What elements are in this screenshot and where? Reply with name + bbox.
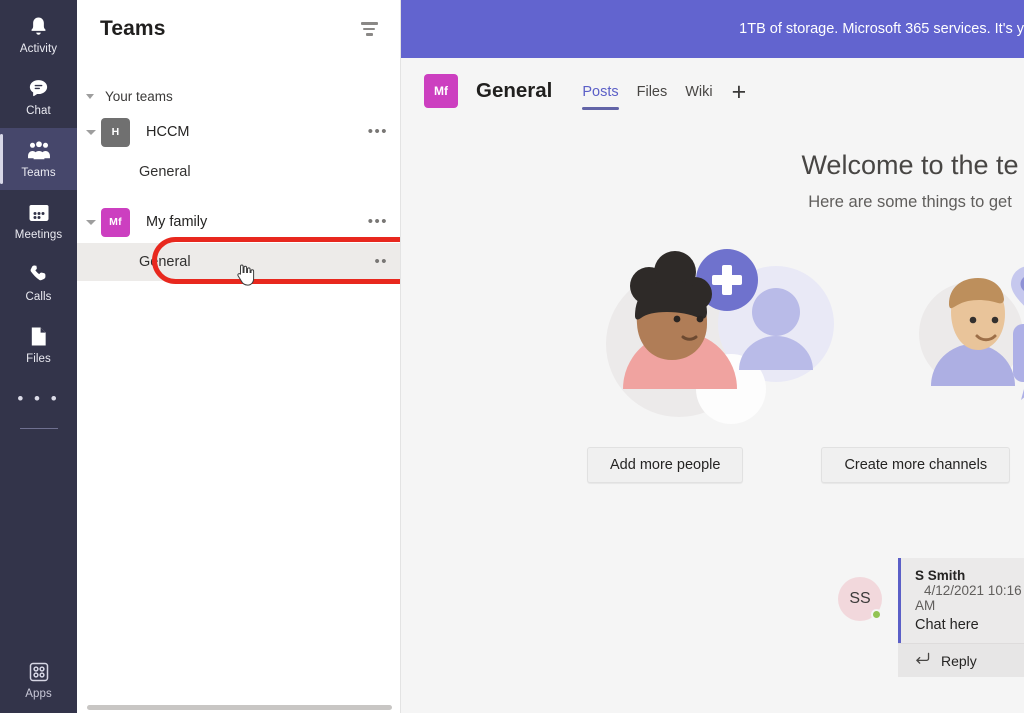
app-rail: Activity Chat Teams Meetings Calls Files… bbox=[0, 0, 77, 713]
filter-icon[interactable] bbox=[358, 18, 380, 40]
channel-title: General bbox=[476, 79, 553, 102]
avatar: SS bbox=[838, 577, 882, 621]
page-title: Teams bbox=[100, 17, 166, 40]
team-name: My family bbox=[146, 214, 208, 230]
create-more-channels-button[interactable]: Create more channels bbox=[821, 447, 1011, 483]
rail-item-apps[interactable]: Apps bbox=[0, 649, 77, 711]
chevron-down-icon[interactable] bbox=[86, 219, 96, 225]
channel-tabs: Posts Files Wiki + bbox=[573, 68, 756, 114]
chevron-down-icon[interactable] bbox=[86, 129, 96, 135]
add-tab-button[interactable]: + bbox=[722, 70, 757, 114]
promo-banner[interactable]: 1TB of storage. Microsoft 365 services. … bbox=[401, 0, 1024, 58]
team-row[interactable]: Mf My family ••• bbox=[77, 201, 400, 243]
rail-divider bbox=[19, 428, 58, 429]
message-meta: S Smith 4/12/2021 10:16 AM bbox=[915, 568, 1024, 613]
calendar-icon bbox=[27, 200, 51, 225]
channel-header: Mf General Posts Files Wiki + bbox=[401, 58, 1024, 124]
rail-item-files[interactable]: Files bbox=[0, 314, 77, 376]
tab-wiki[interactable]: Wiki bbox=[676, 70, 721, 114]
teams-app-window: Activity Chat Teams Meetings Calls Files… bbox=[0, 0, 1024, 713]
reply-arrow-icon bbox=[915, 652, 930, 670]
mouse-cursor-hand-icon bbox=[235, 263, 255, 287]
avatar-initials: SS bbox=[849, 590, 871, 607]
rail-more-button[interactable]: • • • bbox=[17, 376, 59, 422]
chat-icon bbox=[27, 76, 50, 101]
file-icon bbox=[28, 324, 49, 349]
welcome-cta-buttons: Add more people Create more channels bbox=[401, 447, 1024, 483]
rail-item-label: Calls bbox=[25, 291, 52, 303]
add-more-people-button[interactable]: Add more people bbox=[587, 447, 744, 483]
bell-icon bbox=[27, 14, 50, 39]
message-thread: SS S Smith 4/12/2021 10:16 AM Chat here bbox=[401, 558, 1024, 677]
rail-item-label: Files bbox=[26, 353, 51, 365]
rail-item-label: Chat bbox=[26, 105, 51, 117]
reply-label: Reply bbox=[941, 652, 977, 669]
reply-button[interactable]: Reply bbox=[898, 643, 1024, 677]
rail-item-label: Teams bbox=[21, 167, 56, 179]
team-row[interactable]: H HCCM ••• bbox=[77, 111, 400, 153]
chevron-down-icon bbox=[86, 93, 94, 99]
rail-item-calls[interactable]: Calls bbox=[0, 252, 77, 314]
rail-item-teams[interactable]: Teams bbox=[0, 128, 77, 190]
channel-name: General bbox=[139, 254, 191, 270]
rail-item-label: Meetings bbox=[14, 229, 63, 241]
rail-item-chat[interactable]: Chat bbox=[0, 66, 77, 128]
message-body: S Smith 4/12/2021 10:16 AM Chat here bbox=[898, 558, 1024, 643]
rail-item-label: Activity bbox=[19, 43, 58, 55]
create-channels-illustration-icon bbox=[909, 224, 1024, 439]
main-content-area: 1TB of storage. Microsoft 365 services. … bbox=[401, 0, 1024, 713]
channel-row-hccm-general[interactable]: General bbox=[77, 153, 400, 191]
welcome-subtitle: Here are some things to get bbox=[808, 193, 1012, 211]
message-timestamp: 4/12/2021 10:16 AM bbox=[915, 583, 1022, 613]
apps-grid-icon bbox=[27, 659, 51, 684]
rail-bottom-group: Apps bbox=[0, 649, 77, 711]
teams-panel-header: Teams bbox=[77, 0, 400, 58]
your-teams-section-header[interactable]: Your teams bbox=[77, 81, 400, 111]
horizontal-scrollbar[interactable] bbox=[87, 705, 392, 710]
promo-banner-text: 1TB of storage. Microsoft 365 services. … bbox=[739, 21, 1024, 37]
tab-posts[interactable]: Posts bbox=[573, 70, 627, 114]
avatar: H bbox=[101, 117, 130, 147]
add-people-illustration-icon bbox=[571, 224, 871, 439]
phone-icon bbox=[27, 262, 50, 287]
team-name: HCCM bbox=[146, 124, 190, 140]
teams-icon bbox=[26, 138, 52, 163]
welcome-illustrations bbox=[401, 224, 1024, 439]
presence-available-icon bbox=[871, 609, 882, 620]
welcome-title: Welcome to the te bbox=[801, 150, 1019, 180]
channel-name: General bbox=[139, 164, 191, 180]
rail-item-activity[interactable]: Activity bbox=[0, 4, 77, 66]
teams-list-panel: Teams Your teams H HCCM ••• General Mf M… bbox=[77, 0, 401, 713]
message-author: S Smith bbox=[915, 568, 966, 583]
tab-files[interactable]: Files bbox=[628, 70, 677, 114]
rail-item-label: Apps bbox=[25, 688, 52, 700]
welcome-section: Welcome to the te Here are some things t… bbox=[401, 124, 1024, 483]
rail-item-meetings[interactable]: Meetings bbox=[0, 190, 77, 252]
avatar: Mf bbox=[101, 207, 130, 237]
your-teams-label: Your teams bbox=[105, 88, 173, 104]
team-more-options-button[interactable]: ••• bbox=[368, 124, 388, 139]
avatar: Mf bbox=[424, 74, 458, 108]
team-more-options-button[interactable]: ••• bbox=[368, 214, 388, 229]
channel-more-options-button[interactable]: •• bbox=[374, 254, 388, 269]
message-text: Chat here bbox=[915, 617, 979, 633]
message-item[interactable]: SS S Smith 4/12/2021 10:16 AM Chat here bbox=[401, 558, 1024, 643]
